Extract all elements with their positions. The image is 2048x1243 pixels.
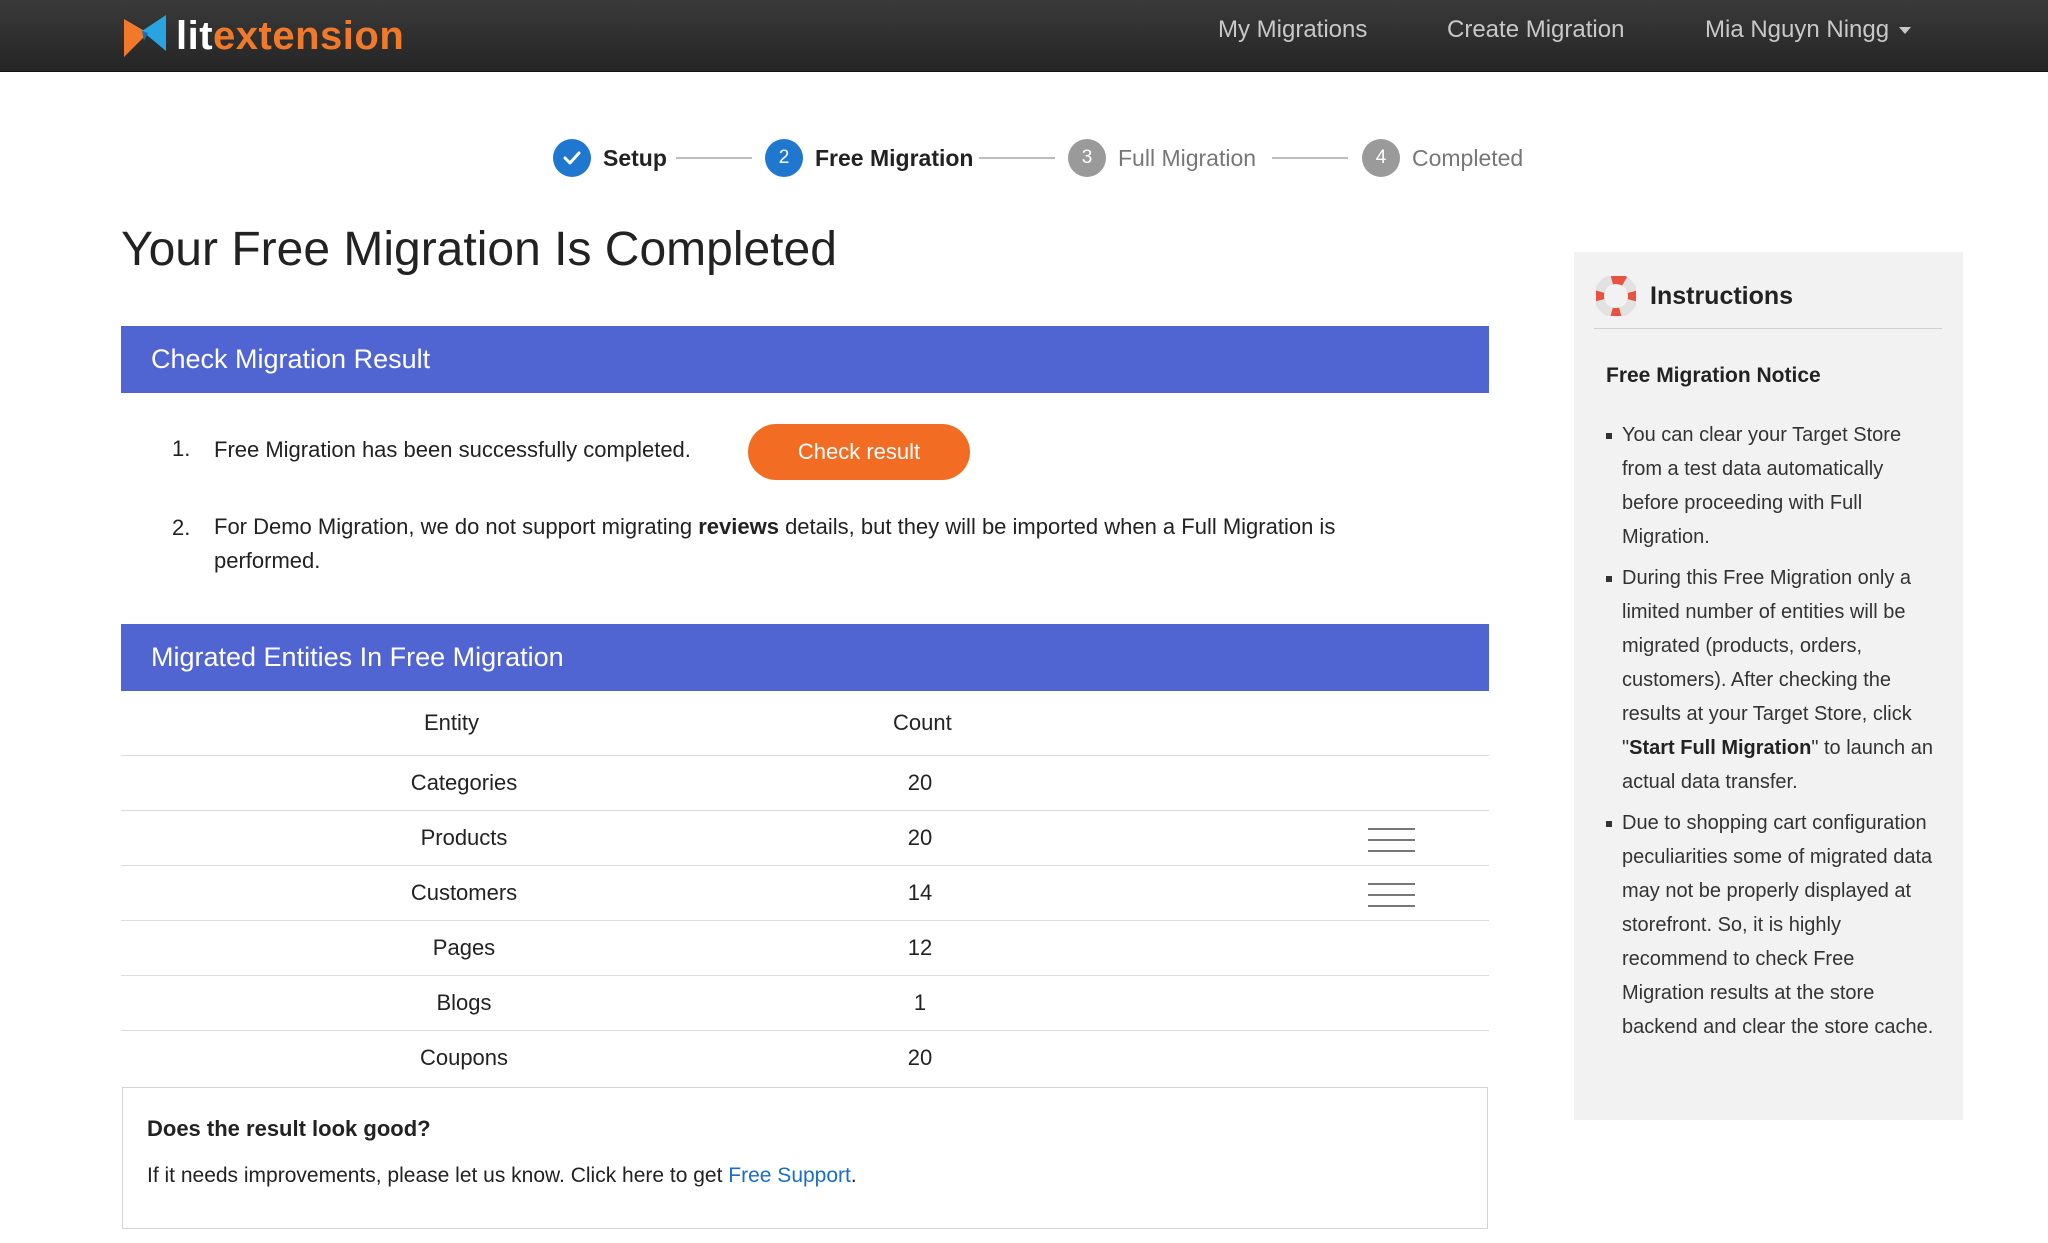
step-setup[interactable]: Setup <box>553 138 667 178</box>
list-number: 1. <box>172 436 191 461</box>
user-name: Mia Nguyn Ningg <box>1705 16 1890 43</box>
notice-item: During this Free Migration only a limite… <box>1606 561 1942 799</box>
entity-cell: Pages <box>432 935 496 960</box>
reviews-emphasis: reviews <box>698 514 779 539</box>
feedback-box: Does the result look good? If it needs i… <box>122 1087 1488 1229</box>
count-cell: 1 <box>913 990 927 1015</box>
result-item-success: Free Migration has been successfully com… <box>214 437 691 462</box>
column-header-count: Count <box>893 710 952 735</box>
free-support-link[interactable]: Free Support <box>728 1164 851 1187</box>
notice-list: You can clear your Target Store from a t… <box>1606 418 1942 1051</box>
list-number: 2. <box>172 515 191 540</box>
feedback-text: If it needs improvements, please let us … <box>147 1164 857 1187</box>
table-row: Customers 14 <box>121 865 1489 920</box>
section-header-entities: Migrated Entities In Free Migration <box>121 624 1489 691</box>
column-header-entity: Entity <box>424 710 480 735</box>
instructions-title: Instructions <box>1650 281 1794 310</box>
nav-create-migration[interactable]: Create Migration <box>1447 16 1624 44</box>
logo-text-lit: lit <box>176 13 214 58</box>
table-row: Categories 20 <box>121 755 1489 810</box>
hamburger-menu-icon[interactable] <box>1368 883 1415 915</box>
notice-item: You can clear your Target Store from a t… <box>1606 418 1942 554</box>
check-result-button[interactable]: Check result <box>748 424 970 480</box>
start-full-migration-emphasis: Start Full Migration <box>1629 737 1812 759</box>
divider <box>1594 328 1942 329</box>
table-row: Coupons 20 <box>121 1030 1489 1085</box>
step-connector <box>676 157 752 159</box>
count-cell: 14 <box>907 880 933 905</box>
entity-cell: Customers <box>410 880 518 905</box>
count-cell: 20 <box>907 1045 933 1070</box>
feedback-title: Does the result look good? <box>147 1116 431 1141</box>
caret-down-icon <box>1899 27 1912 35</box>
step-label: Full Migration <box>1118 144 1257 171</box>
notice-subtitle: Free Migration Notice <box>1606 364 1821 387</box>
step-number: 3 <box>1068 139 1106 177</box>
step-connector <box>1272 157 1348 159</box>
step-label: Free Migration <box>815 144 974 171</box>
litextension-logo-icon <box>124 15 166 57</box>
instructions-header: Instructions <box>1596 276 1793 316</box>
count-cell: 20 <box>907 825 933 850</box>
step-connector <box>979 157 1055 159</box>
top-navbar: litextension My Migrations Create Migrat… <box>0 0 2048 72</box>
lifebuoy-icon <box>1596 276 1636 316</box>
step-label: Completed <box>1412 144 1524 171</box>
step-completed[interactable]: 4 Completed <box>1362 138 1523 178</box>
page-title: Your Free Migration Is Completed <box>121 223 837 276</box>
logo[interactable]: litextension <box>120 8 404 64</box>
step-full-migration[interactable]: 3 Full Migration <box>1068 138 1256 178</box>
table-row: Products 20 <box>121 810 1489 865</box>
logo-text-extension: extension <box>213 13 405 58</box>
entity-cell: Blogs <box>436 990 492 1015</box>
notice-item: Due to shopping cart configuration pecul… <box>1606 806 1942 1044</box>
entity-cell: Coupons <box>419 1045 509 1070</box>
nav-user-menu[interactable]: Mia Nguyn Ningg <box>1705 16 1912 44</box>
step-number: 2 <box>765 139 803 177</box>
table-row: Pages 12 <box>121 920 1489 975</box>
nav-my-migrations[interactable]: My Migrations <box>1218 16 1367 44</box>
table-row: Blogs 1 <box>121 975 1489 1030</box>
entity-cell: Products <box>420 825 508 850</box>
step-number: 4 <box>1362 139 1400 177</box>
section-header-check-result: Check Migration Result <box>121 326 1489 393</box>
count-cell: 12 <box>907 935 933 960</box>
hamburger-menu-icon[interactable] <box>1368 828 1415 860</box>
entity-cell: Categories <box>410 770 518 795</box>
step-label: Setup <box>603 144 667 171</box>
checkmark-icon <box>553 139 591 177</box>
count-cell: 20 <box>907 770 933 795</box>
step-free-migration[interactable]: 2 Free Migration <box>765 138 973 178</box>
instructions-sidebar: Instructions Free Migration Notice You c… <box>1574 252 1963 1120</box>
result-item-demo-notice: For Demo Migration, we do not support mi… <box>214 514 1336 573</box>
